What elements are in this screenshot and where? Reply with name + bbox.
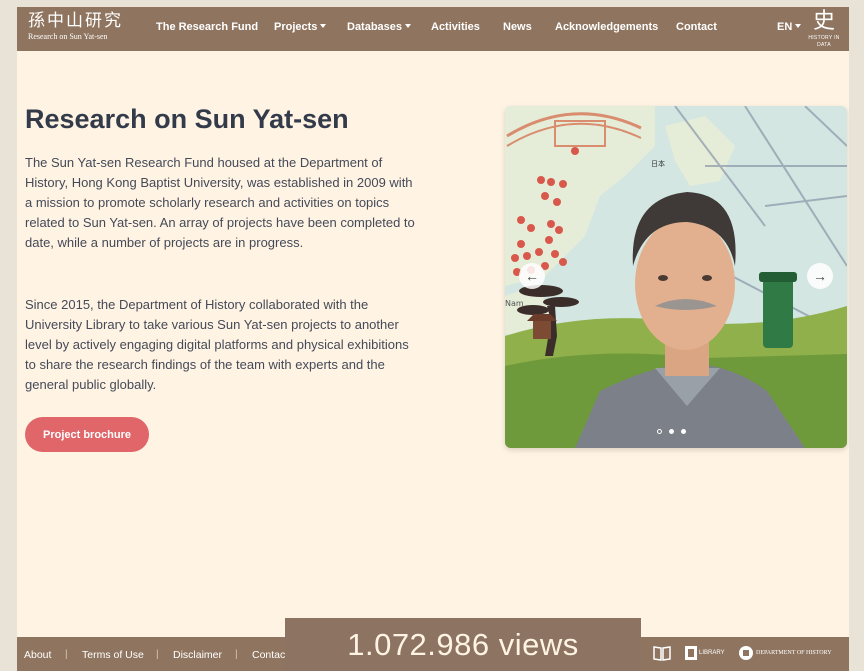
nav-item-news[interactable]: News [503, 21, 532, 33]
nav-item-projects[interactable]: Projects [274, 21, 327, 33]
arrow-left-icon: ← [525, 268, 539, 284]
footer-link-terms[interactable]: Terms of Use [82, 649, 144, 661]
nav-item-acknowledgements[interactable]: Acknowledgements [555, 21, 658, 33]
nav-item-databases[interactable]: Databases [347, 21, 412, 33]
nav-item-contact[interactable]: Contact [676, 21, 717, 33]
footer-separator: | [65, 649, 68, 660]
carousel-next-button[interactable]: → [807, 263, 833, 289]
library-logo-label: LIBRARY [699, 650, 725, 656]
nav-label: News [503, 21, 532, 33]
logo-chinese-name: 孫中山研究 [28, 11, 123, 31]
map-label-nam: Nam [505, 299, 524, 308]
intro-paragraph: The Sun Yat-sen Research Fund housed at … [25, 155, 415, 250]
nav-label: Activities [431, 21, 480, 33]
footer-link-disclaimer[interactable]: Disclaimer [173, 649, 222, 661]
department-of-history-logo[interactable]: DEPARTMENT OF HISTORY [739, 646, 832, 660]
history-in-data-logo[interactable]: 史 HISTORY IN DATA [801, 9, 847, 49]
nav-label: Projects [274, 21, 318, 33]
logo-english-name: Research on Sun Yat-sen [28, 32, 108, 41]
page-title: Research on Sun Yat-sen [25, 104, 349, 134]
nav-label: Acknowledgements [555, 21, 659, 33]
carousel-prev-button[interactable]: ← [519, 263, 545, 289]
map-label-japan: 日本 [651, 159, 665, 168]
site-logo[interactable]: 孫中山研究 Research on Sun Yat-sen [28, 11, 123, 42]
sun-yat-sen-illustration: 日本 Nam [505, 106, 847, 448]
language-label: EN [777, 21, 793, 33]
carousel-dot[interactable] [669, 429, 674, 434]
arrow-right-icon: → [813, 268, 827, 284]
nav-label: The Research Fund [156, 21, 259, 33]
carousel-dot[interactable] [657, 429, 662, 434]
carousel-indicators [657, 429, 686, 434]
footer-link-about[interactable]: About [24, 649, 51, 661]
history-in-data-label: HISTORY IN DATA [808, 35, 840, 48]
page-frame: 孫中山研究 Research on Sun Yat-sen The Resear… [17, 7, 849, 671]
nav-item-research-fund[interactable]: The Research Fund [156, 21, 258, 33]
footer-separator: | [235, 649, 238, 660]
nav-label: Databases [347, 21, 403, 33]
project-brochure-button[interactable]: Project brochure [25, 417, 149, 452]
nav-label: Contact [676, 21, 717, 33]
language-selector[interactable]: EN [777, 21, 802, 33]
footer-link-contact[interactable]: Contac [252, 649, 285, 661]
footer-separator: | [156, 649, 159, 660]
chevron-down-icon [320, 24, 327, 28]
nav-item-activities[interactable]: Activities [431, 21, 480, 33]
library-logo[interactable]: LIBRARY [685, 646, 725, 660]
hero-carousel: 日本 Nam ← → [505, 106, 847, 448]
collaboration-paragraph: Since 2015, the Department of History co… [25, 297, 409, 392]
carousel-dot[interactable] [681, 429, 686, 434]
history-glyph: 史 [812, 9, 835, 34]
top-navbar: 孫中山研究 Research on Sun Yat-sen The Resear… [17, 7, 849, 51]
book-icon[interactable] [653, 645, 671, 663]
chevron-down-icon [405, 24, 412, 28]
view-counter: 1.072.986 views [285, 618, 641, 671]
department-of-history-label: DEPARTMENT OF HISTORY [756, 650, 832, 656]
